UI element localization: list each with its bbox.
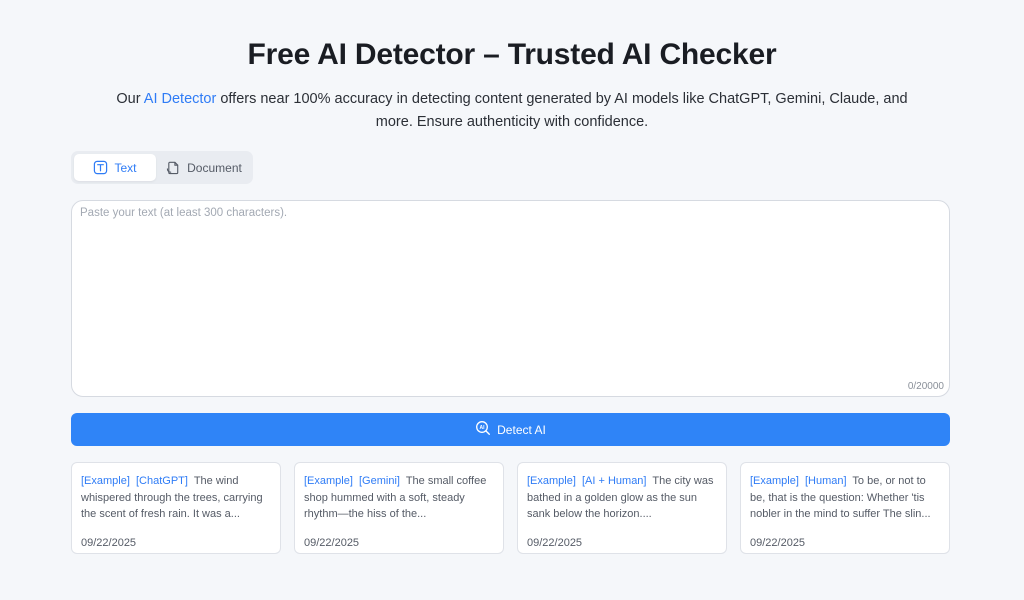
subtitle-rest: offers near 100% accuracy in detecting c…: [216, 91, 908, 130]
example-card-chatgpt[interactable]: [Example] [ChatGPT] The wind whispered t…: [71, 462, 281, 554]
card-text: [Example] [ChatGPT] The wind whispered t…: [81, 473, 271, 523]
card-text: [Example] [Human] To be, or not to be, t…: [750, 473, 940, 523]
card-date: 09/22/2025: [304, 537, 360, 549]
text-editor: 0/20000: [71, 200, 950, 397]
example-tag: [Example]: [304, 475, 353, 487]
tab-text-label: Text: [114, 160, 137, 175]
example-card-human[interactable]: [Example] [Human] To be, or not to be, t…: [740, 462, 950, 554]
ai-detector-link[interactable]: AI Detector: [144, 91, 217, 107]
input-mode-tabs: Text Document: [71, 151, 253, 184]
card-text: [Example] [AI + Human] The city was bath…: [527, 473, 717, 523]
tab-document-label: Document: [187, 160, 242, 175]
text-icon: [93, 160, 108, 175]
svg-text:AI: AI: [480, 425, 486, 431]
example-tag: [Example]: [81, 475, 130, 487]
example-card-gemini[interactable]: [Example] [Gemini] The small coffee shop…: [294, 462, 504, 554]
example-cards: [Example] [ChatGPT] The wind whispered t…: [71, 462, 950, 554]
card-text: [Example] [Gemini] The small coffee shop…: [304, 473, 494, 523]
page: Free AI Detector – Trusted AI Checker Ou…: [0, 0, 1024, 600]
model-tag: [AI + Human]: [581, 475, 647, 487]
model-tag: [ChatGPT]: [135, 475, 188, 487]
detect-ai-label: Detect AI: [497, 422, 546, 437]
tab-text[interactable]: Text: [74, 154, 156, 181]
card-date: 09/22/2025: [527, 537, 583, 549]
detect-ai-button[interactable]: AI Detect AI: [71, 413, 950, 446]
card-date: 09/22/2025: [750, 537, 806, 549]
page-title: Free AI Detector – Trusted AI Checker: [247, 38, 777, 71]
character-counter: 0/20000: [907, 381, 944, 392]
example-tag: [Example]: [750, 475, 799, 487]
example-card-ai-human[interactable]: [Example] [AI + Human] The city was bath…: [517, 462, 727, 554]
subtitle-prefix: Our: [116, 91, 144, 107]
example-tag: [Example]: [527, 475, 576, 487]
model-tag: [Human]: [804, 475, 847, 487]
model-tag: [Gemini]: [358, 475, 400, 487]
page-subtitle: Our AI Detector offers near 100% accurac…: [112, 88, 912, 134]
document-icon: [166, 160, 181, 175]
text-input[interactable]: [72, 201, 949, 396]
ai-search-icon: AI: [475, 420, 491, 439]
tab-document[interactable]: Document: [158, 154, 250, 181]
card-date: 09/22/2025: [81, 537, 137, 549]
